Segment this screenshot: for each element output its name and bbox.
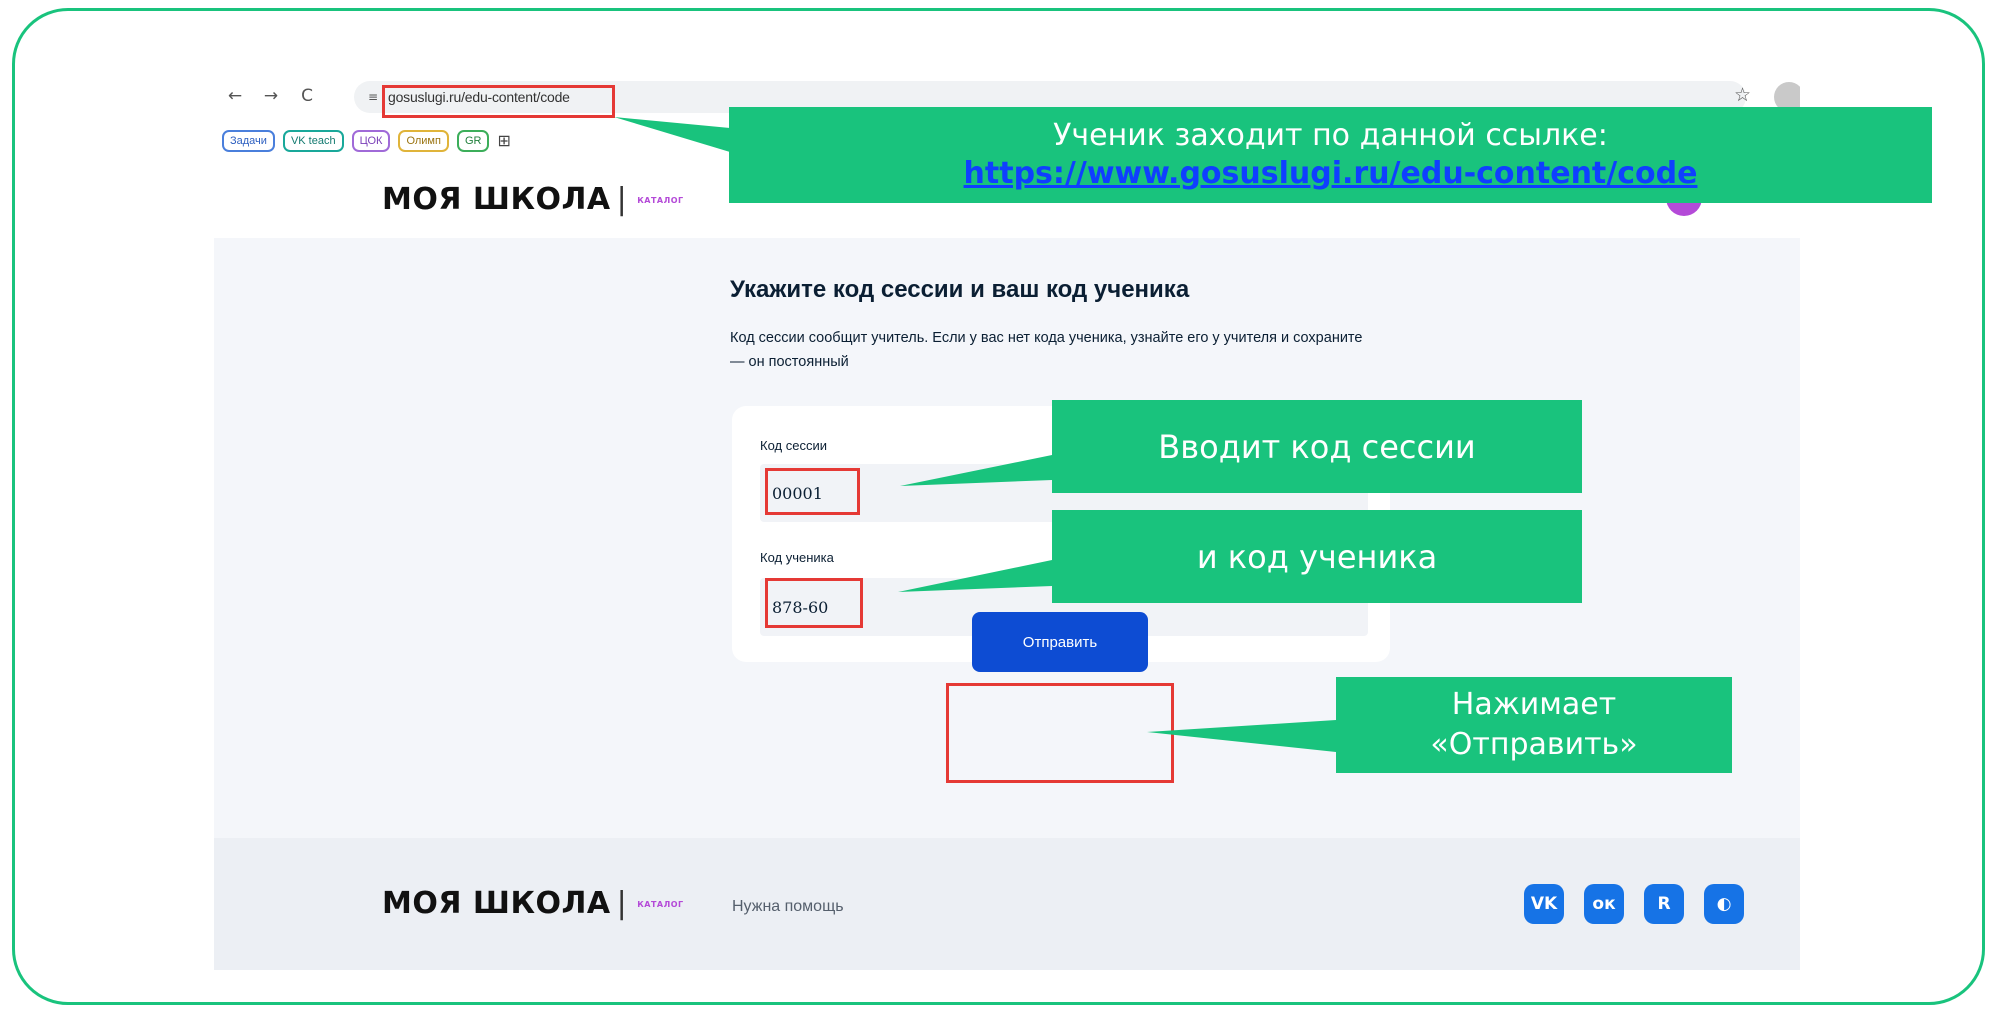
page-title: Укажите код сессии и ваш код ученика: [730, 276, 1190, 303]
social-links: VK ок R ◐: [1524, 884, 1744, 924]
submit-callout: Нажимает «Отправить»: [1336, 677, 1732, 773]
dzen-icon[interactable]: ◐: [1704, 884, 1744, 924]
student-code-label: Код ученика: [760, 550, 834, 565]
student-callout: и код ученика: [1052, 510, 1582, 603]
link-callout-url[interactable]: https://www.gosuslugi.ru/edu-content/cod…: [964, 155, 1698, 193]
footer-logo[interactable]: МОЯ ШКОЛА | КАТАЛОГ: [382, 886, 684, 921]
link-callout: Ученик заходит по данной ссылке: https:/…: [729, 107, 1932, 203]
logo-text: МОЯ ШКОЛА: [382, 182, 611, 217]
forward-icon[interactable]: →: [260, 85, 282, 107]
bookmark-olymp[interactable]: Олимп: [398, 130, 449, 152]
odnoklassniki-icon[interactable]: ок: [1584, 884, 1624, 924]
logo-separator: |: [616, 182, 628, 217]
url-highlight-box: [382, 85, 615, 118]
site-footer: МОЯ ШКОЛА | КАТАЛОГ Нужна помощь VK ок R ◐: [214, 838, 1800, 970]
bookmark-gr[interactable]: GR: [456, 130, 490, 152]
submit-callout-line1: Нажимает: [1451, 687, 1617, 722]
footer-logo-text: МОЯ ШКОЛА: [382, 886, 611, 921]
bookmark-tsok[interactable]: ЦОК: [351, 130, 391, 152]
footer-logo-separator: |: [616, 886, 628, 921]
vk-icon[interactable]: VK: [1524, 884, 1564, 924]
student-code-highlight-box: [765, 578, 863, 628]
help-link[interactable]: Нужна помощь: [732, 898, 844, 916]
bookmark-tasks[interactable]: Задачи: [222, 130, 275, 152]
bookmarks-bar: Задачи VK teach ЦОК Олимп GR ⊞: [222, 130, 511, 158]
submit-highlight-box: [946, 683, 1174, 783]
session-code-highlight-box: [765, 468, 860, 515]
link-callout-text: Ученик заходит по данной ссылке:: [1053, 118, 1608, 153]
footer-logo-badge: КАТАЛОГ: [637, 900, 684, 909]
reload-icon[interactable]: C: [296, 85, 318, 107]
apps-grid-icon[interactable]: ⊞: [497, 130, 510, 158]
site-info-icon[interactable]: ≡: [364, 88, 382, 106]
session-code-label: Код сессии: [760, 438, 827, 453]
logo-badge: КАТАЛОГ: [637, 196, 684, 205]
submit-callout-line2: «Отправить»: [1430, 727, 1638, 762]
session-callout: Вводит код сессии: [1052, 400, 1582, 493]
bookmark-vk-teach[interactable]: VK teach: [282, 130, 344, 152]
bookmark-star-icon[interactable]: ☆: [1734, 84, 1751, 106]
submit-button[interactable]: Отправить: [972, 612, 1148, 672]
page-description: Код сессии сообщит учитель. Если у вас н…: [730, 330, 1363, 370]
rutube-icon[interactable]: R: [1644, 884, 1684, 924]
back-icon[interactable]: ←: [224, 85, 246, 107]
site-logo[interactable]: МОЯ ШКОЛА | КАТАЛОГ: [382, 182, 684, 217]
